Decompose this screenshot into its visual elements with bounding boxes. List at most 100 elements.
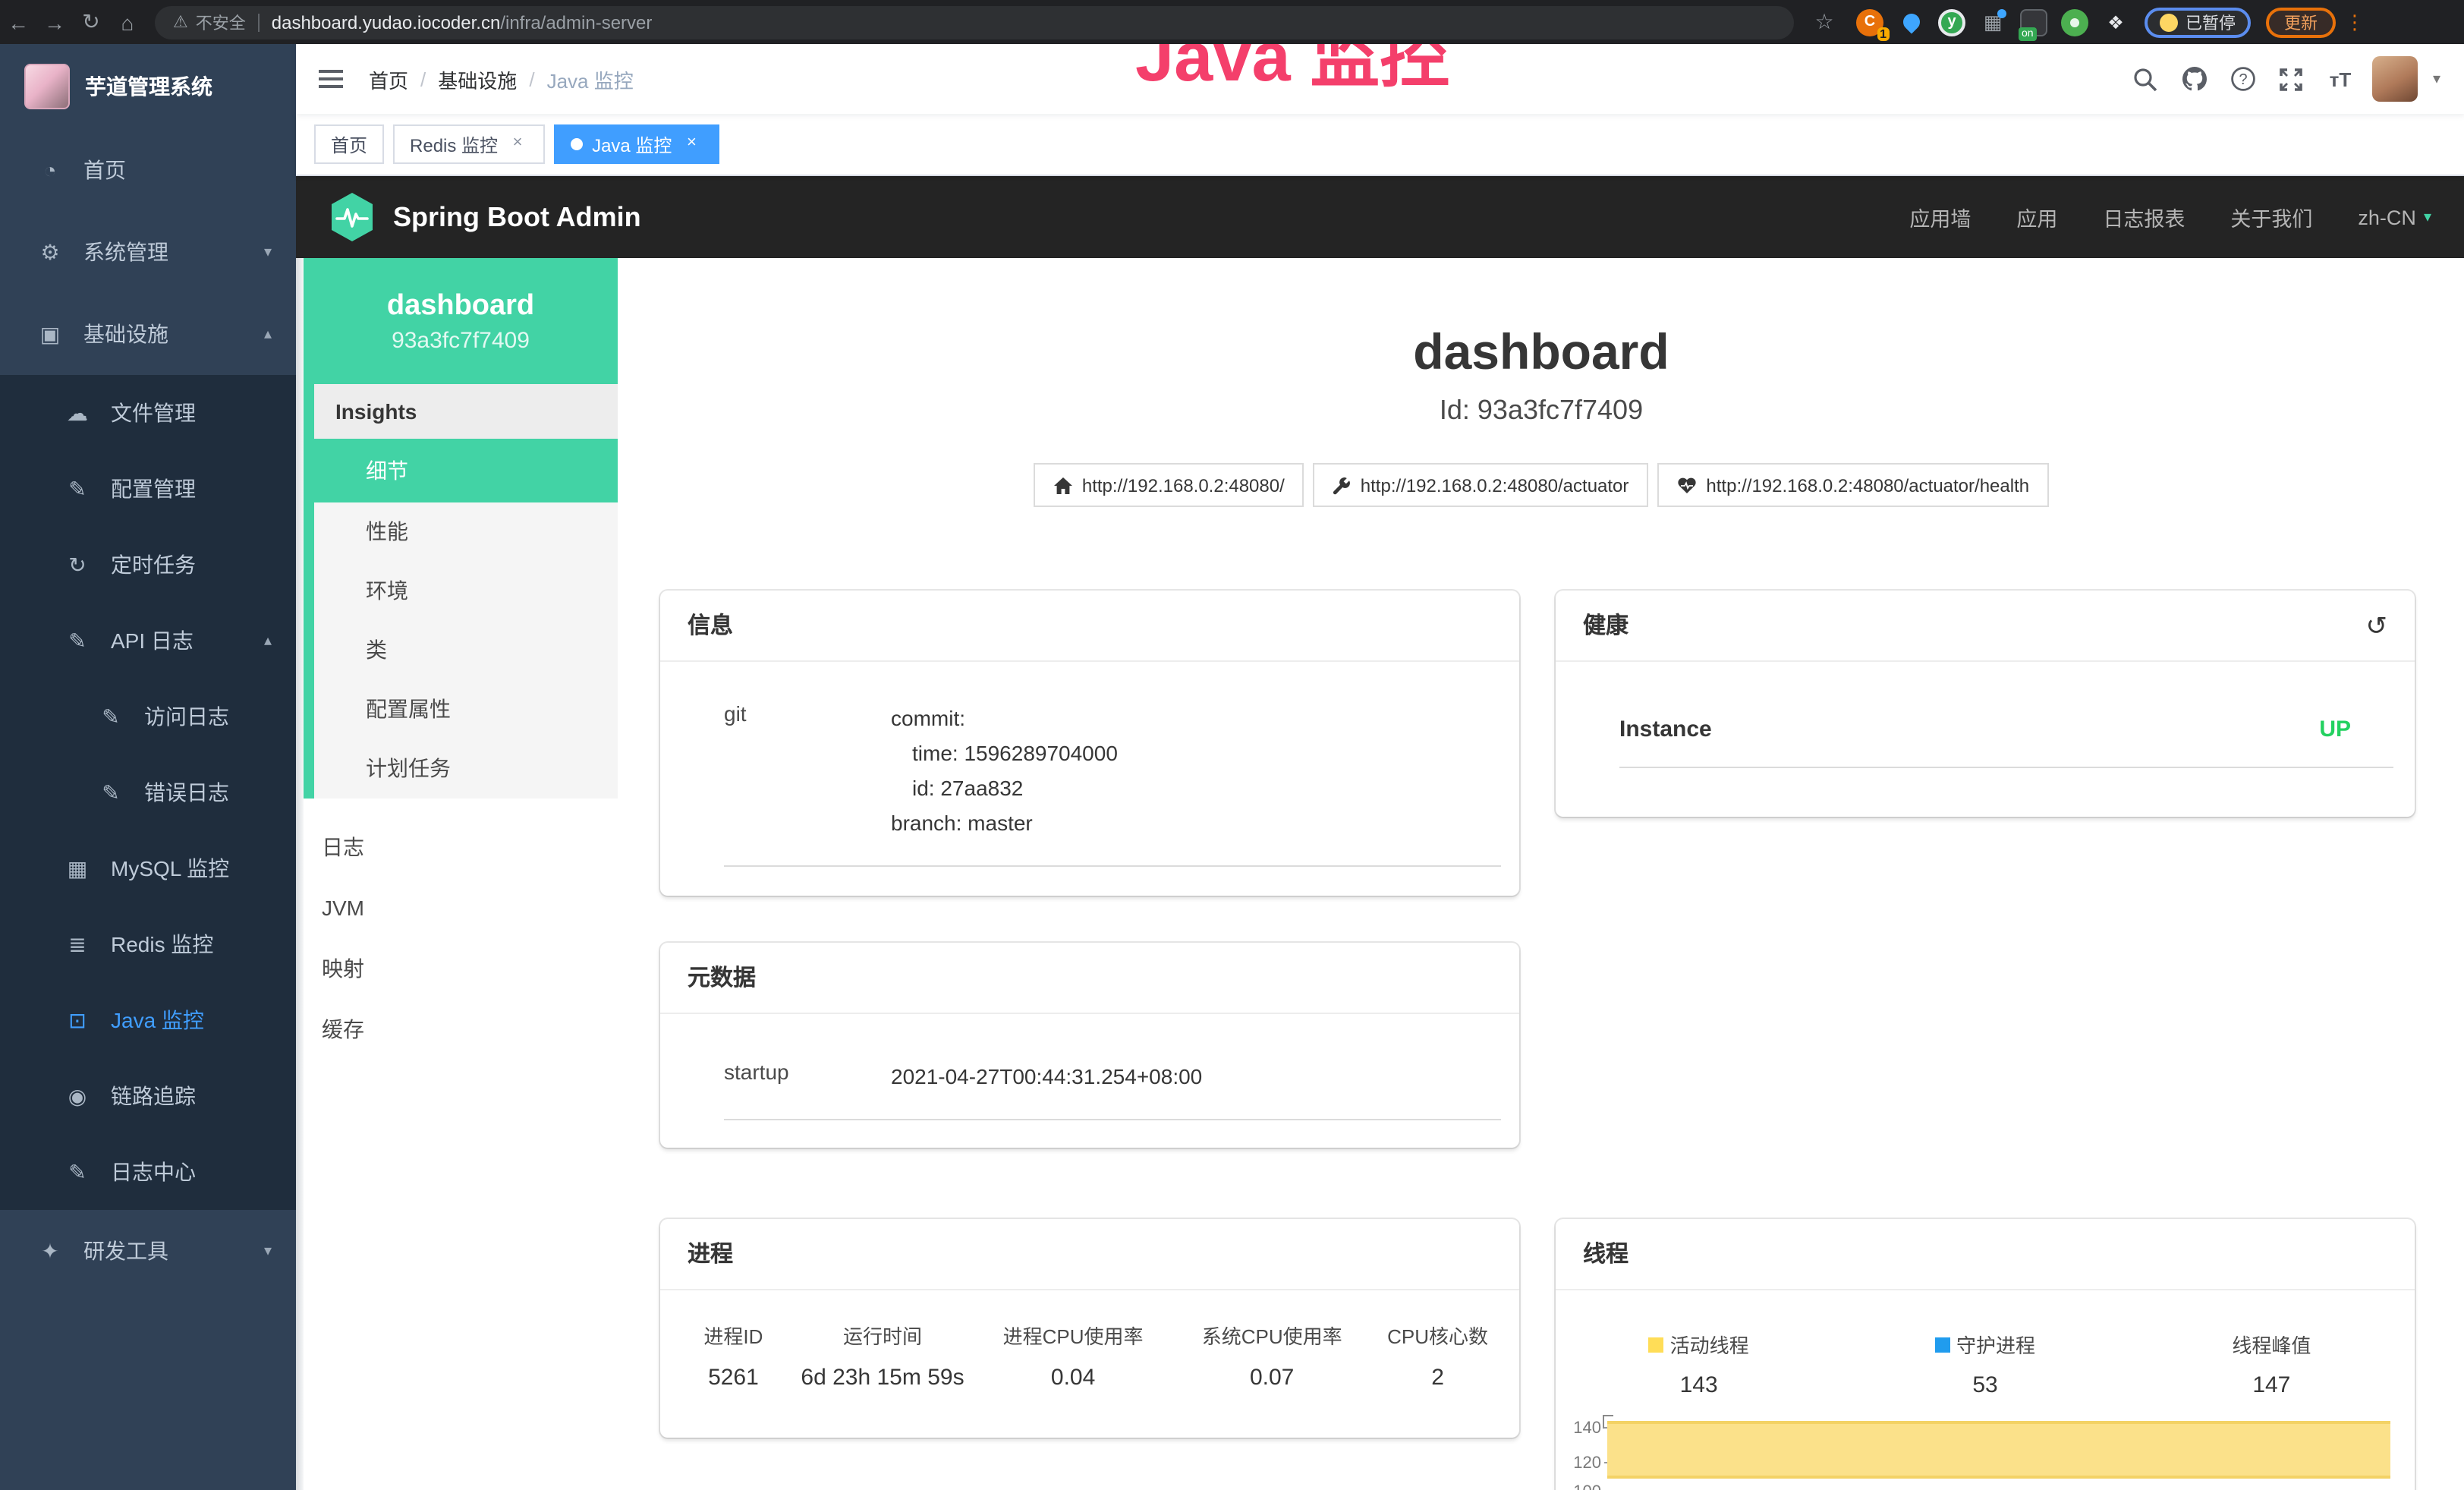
sidebar-item-file-mgmt[interactable]: ☁ 文件管理 (0, 375, 296, 451)
sidebar-item-label: Redis 监控 (111, 929, 213, 959)
sidebar-item-home[interactable]: ◔ 首页 (0, 129, 296, 211)
font-size-icon[interactable]: тT (2324, 62, 2357, 96)
sba-item-mappings[interactable]: 映射 (304, 938, 618, 999)
sba-nav-applications[interactable]: 应用 (2016, 202, 2057, 232)
git-id-line: id: 27aa832 (891, 771, 1118, 806)
sba-item-metrics[interactable]: 性能 (314, 502, 618, 562)
chevron-down-icon: ▾ (264, 1243, 272, 1259)
browser-reload-icon[interactable]: ↻ (73, 9, 109, 35)
browser-address-bar[interactable]: ⚠ 不安全 dashboard.yudao.iocoder.cn/infra/a… (155, 5, 1794, 39)
eye-icon: ◉ (64, 1083, 91, 1109)
legend-swatch-blue (1935, 1337, 1950, 1352)
tab-home[interactable]: 首页 (314, 124, 384, 164)
gear-icon: ⚙ (36, 239, 64, 265)
extension-green-icon[interactable] (2061, 8, 2088, 36)
breadcrumb-separator: / (529, 68, 534, 90)
close-icon[interactable]: × (507, 134, 528, 155)
process-value-row: 5261 6d 23h 15m 59s 0.04 0.07 2 (675, 1350, 1504, 1391)
iframe-scrollbar[interactable] (296, 258, 304, 1490)
breadcrumb-section[interactable]: 基础设施 (438, 65, 517, 93)
sidebar-item-log-center[interactable]: ✎ 日志中心 (0, 1134, 296, 1210)
breadcrumb: 首页 / 基础设施 / Java 监控 (369, 65, 634, 93)
app-logo[interactable]: 芋道管理系统 (0, 44, 296, 129)
extension-grid-icon[interactable]: ▦ (1979, 8, 2006, 36)
user-avatar[interactable] (2372, 56, 2418, 102)
wrench-icon (1333, 476, 1352, 494)
tab-redis-monitor[interactable]: Redis 监控 × (393, 124, 545, 164)
sidebar-item-config-mgmt[interactable]: ✎ 配置管理 (0, 451, 296, 527)
tab-label: 首页 (331, 131, 367, 157)
sba-item-jvm[interactable]: JVM (304, 877, 618, 938)
help-icon[interactable]: ? (2226, 62, 2260, 96)
avatar-caret-icon[interactable]: ▾ (2433, 71, 2440, 87)
extension-pin-icon[interactable] (1897, 8, 1924, 36)
search-icon[interactable] (2129, 62, 2163, 96)
sidebar-item-label: 基础设施 (83, 319, 168, 349)
sba-item-logs[interactable]: 日志 (304, 817, 618, 877)
close-icon[interactable]: × (681, 134, 702, 155)
main-column: 首页 / 基础设施 / Java 监控 ? (296, 44, 2464, 1490)
sba-language-select[interactable]: zh-CN ▾ (2358, 206, 2431, 228)
sidebar-item-label: 文件管理 (111, 398, 196, 428)
tab-java-monitor[interactable]: Java 监控 × (554, 124, 719, 164)
legend-label: 线程峰值 (2232, 1330, 2311, 1359)
sidebar-item-redis-monitor[interactable]: ≣ Redis 监控 (0, 906, 296, 982)
browser-home-icon[interactable]: ⌂ (109, 10, 146, 34)
history-icon[interactable]: ↺ (2366, 591, 2388, 661)
sidebar-item-tracing[interactable]: ◉ 链路追踪 (0, 1058, 296, 1134)
actuator-url-button[interactable]: http://192.168.0.2:48080/actuator (1314, 463, 1649, 507)
emoji-face-icon (2160, 13, 2178, 31)
browser-update-button[interactable]: 更新 (2266, 7, 2336, 37)
security-label[interactable]: 不安全 (196, 10, 246, 34)
sba-nav-wallboard[interactable]: 应用墙 (1909, 202, 1971, 232)
sidebar-item-system-mgmt[interactable]: ⚙ 系统管理 ▾ (0, 211, 296, 293)
sba-item-environment[interactable]: 环境 (314, 562, 618, 621)
sidebar-item-mysql-monitor[interactable]: ▦ MySQL 监控 (0, 830, 296, 906)
extension-switch-icon[interactable]: on (2020, 8, 2047, 36)
github-icon[interactable] (2178, 62, 2211, 96)
browser-menu-icon[interactable]: ⋮ (2345, 10, 2365, 34)
insights-group: Insights 细节 性能 环境 类 配置属性 计划任务 (304, 384, 618, 799)
sba-item-caches[interactable]: 缓存 (304, 999, 618, 1060)
sidebar-item-infrastructure[interactable]: ▣ 基础设施 ▴ (0, 293, 296, 375)
layers-icon: ≣ (64, 931, 91, 957)
table-row: startup 2021-04-27T00:44:31.254+08:00 (724, 1060, 1501, 1120)
sidebar-item-label: 访问日志 (144, 701, 229, 732)
bookmark-star-icon[interactable]: ☆ (1806, 9, 1842, 35)
page-url[interactable]: dashboard.yudao.iocoder.cn/infra/admin-s… (272, 11, 653, 33)
column-header: 进程ID (675, 1321, 791, 1350)
sidebar-item-dev-tools[interactable]: ✦ 研发工具 ▾ (0, 1210, 296, 1292)
extensions-puzzle-icon[interactable]: ❖ (2102, 8, 2129, 36)
extension-colorzilla-icon[interactable]: C1 (1856, 8, 1883, 36)
service-url-button[interactable]: http://192.168.0.2:48080/ (1034, 463, 1304, 507)
app-sidebar: 芋道管理系统 ◔ 首页 ⚙ 系统管理 ▾ ▣ 基础设施 ▴ (0, 44, 296, 1490)
app-title: 芋道管理系统 (85, 71, 212, 102)
hamburger-icon[interactable] (302, 44, 360, 114)
health-url-button[interactable]: http://192.168.0.2:48080/actuator/health (1657, 463, 2049, 507)
database-icon: ▦ (64, 855, 91, 881)
profile-paused-chip[interactable]: 已暂停 (2145, 7, 2251, 37)
sba-item-scheduled-tasks[interactable]: 计划任务 (314, 739, 618, 799)
sidebar-item-error-log[interactable]: ✎ 错误日志 (0, 754, 296, 830)
sidebar-item-api-log[interactable]: ✎ API 日志 ▴ (0, 603, 296, 679)
sba-item-config-props[interactable]: 配置属性 (314, 680, 618, 739)
git-time-line: time: 1596289704000 (891, 736, 1118, 771)
browser-back-icon[interactable]: ← (0, 10, 36, 34)
legend-label: 活动线程 (1670, 1330, 1749, 1359)
extension-y-icon[interactable]: y (1938, 8, 1965, 36)
sba-nav-journal[interactable]: 日志报表 (2103, 202, 2185, 232)
instance-header[interactable]: dashboard 93a3fc7f7409 (304, 258, 618, 384)
card-title-text: 健康 (1583, 591, 1629, 661)
sba-item-details[interactable]: 细节 (314, 439, 618, 502)
fullscreen-icon[interactable] (2275, 62, 2308, 96)
sidebar-item-access-log[interactable]: ✎ 访问日志 (0, 679, 296, 754)
sidebar-item-scheduled-jobs[interactable]: ↻ 定时任务 (0, 527, 296, 603)
sba-item-classes[interactable]: 类 (314, 621, 618, 680)
sidebar-item-java-monitor[interactable]: ⊡ Java 监控 (0, 982, 296, 1058)
sba-body: dashboard 93a3fc7f7409 Insights 细节 性能 环境… (296, 258, 2464, 1490)
sba-nav-about[interactable]: 关于我们 (2230, 202, 2312, 232)
breadcrumb-home[interactable]: 首页 (369, 65, 408, 93)
metadata-value: 2021-04-27T00:44:31.254+08:00 (891, 1060, 1202, 1095)
log-icon: ✎ (97, 704, 124, 729)
browser-forward-icon[interactable]: → (36, 10, 73, 34)
